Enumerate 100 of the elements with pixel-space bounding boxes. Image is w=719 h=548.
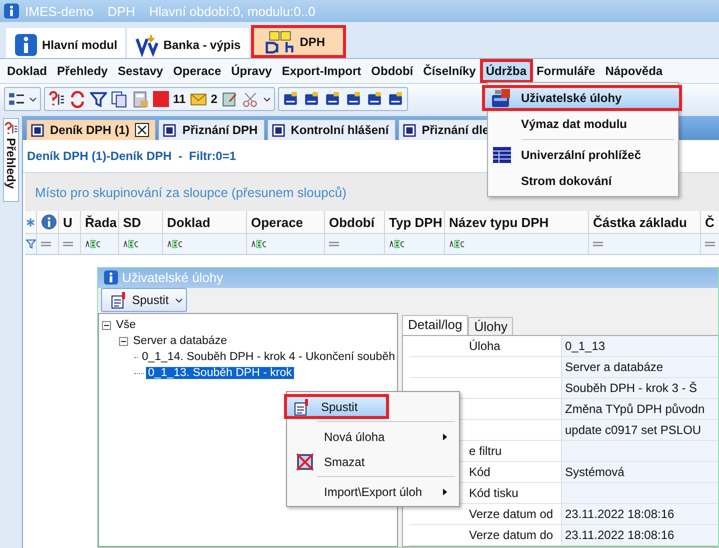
run-button[interactable]: Spustit: [101, 288, 187, 312]
column-header[interactable]: U: [59, 211, 81, 233]
detail-tab[interactable]: Úlohy: [468, 317, 514, 335]
property-value: 0_1_13: [561, 336, 718, 356]
note-icon[interactable]: [221, 90, 238, 108]
equals-icon: [329, 241, 339, 247]
close-icon[interactable]: [135, 123, 150, 137]
column-header[interactable]: Č: [701, 211, 719, 233]
equals-icon: [593, 241, 603, 247]
property-name: Kód tisku: [469, 486, 518, 500]
detail-tab[interactable]: Detail/log: [402, 315, 468, 335]
column-header[interactable]: Operace: [247, 211, 325, 233]
collapse-toggle-icon[interactable]: [102, 320, 111, 330]
equals-icon: [63, 241, 73, 247]
submenu-arrow-icon: [443, 432, 448, 440]
menu-item[interactable]: Nápověda: [599, 59, 669, 83]
menu-item[interactable]: Operace: [167, 59, 228, 83]
caret-icon[interactable]: [29, 95, 37, 103]
menu-item[interactable]: Uživatelské úlohy: [482, 85, 682, 111]
text-filter-icon: [123, 240, 139, 248]
count-label: 2: [210, 92, 218, 106]
module-tab[interactable]: Banka - výpis: [127, 28, 249, 58]
document-icon: [272, 124, 285, 136]
menu-item[interactable]: Export-Import: [276, 59, 368, 83]
app-info-icon: [4, 3, 19, 19]
documents-icon[interactable]: [111, 90, 128, 108]
document-action-icon[interactable]: [387, 90, 404, 108]
run-task-icon: [110, 291, 128, 310]
menu-item[interactable]: Údržba: [480, 59, 533, 83]
tree-item[interactable]: 0_1_13. Souběh DPH - krok: [146, 367, 294, 379]
text-filter-icon: [389, 240, 405, 248]
document-tab[interactable]: Kontrolní hlášení: [266, 119, 396, 140]
document-action-icon[interactable]: [303, 90, 320, 108]
column-header[interactable]: Název typu DPH: [445, 211, 589, 233]
module-tab[interactable]: DPH: [250, 25, 346, 58]
caret-icon[interactable]: [263, 95, 272, 103]
count-label: 11: [173, 92, 186, 106]
tree-item[interactable]: 0_1_14. Souběh DPH - krok 4 - Ukončení souběh: [140, 351, 397, 363]
run-task-icon: [293, 398, 311, 416]
document-tab[interactable]: Přiznání DPH: [158, 119, 265, 140]
property-name: Verze datum od: [469, 507, 554, 521]
menu-item[interactable]: Číselníky: [417, 59, 482, 83]
tree-item[interactable]: Vše: [114, 319, 138, 331]
filter-icon[interactable]: [90, 90, 107, 108]
document-tab[interactable]: Deník DPH (1): [26, 119, 156, 140]
document-icon: [163, 124, 176, 136]
property-value: Souběh DPH - krok 3 - Š: [561, 378, 718, 398]
menu-item[interactable]: Import\Export úloh: [287, 479, 459, 504]
module-tab[interactable]: Hlavní modul: [6, 28, 126, 58]
document-action-icon[interactable]: [282, 90, 300, 108]
column-header[interactable]: Typ DPH: [385, 211, 445, 233]
filter-cell[interactable]: [25, 234, 37, 254]
column-header[interactable]: [25, 211, 37, 233]
document-action-icon[interactable]: [324, 90, 342, 108]
property-value: update c0917 set PSLOU: [561, 420, 718, 440]
text-filter-icon: [85, 240, 101, 248]
menu-item[interactable]: Období: [365, 59, 420, 83]
period-label: Hlavní období:0, modulu:0..0: [149, 4, 316, 18]
document-icon: [402, 124, 416, 136]
delete-icon: [296, 452, 314, 470]
property-value: Změna TYpů DPH původn: [561, 399, 718, 419]
menu-item[interactable]: Přehledy: [51, 59, 114, 83]
module-name: DPH: [108, 4, 136, 18]
scissors-icon[interactable]: [242, 90, 260, 108]
list-settings-icon[interactable]: [8, 90, 25, 108]
caret-icon: [174, 296, 183, 304]
tree-item[interactable]: Server a databáze: [131, 335, 229, 347]
menu-item[interactable]: Sestavy: [112, 59, 170, 83]
column-header[interactable]: Doklad: [163, 211, 247, 233]
document-action-icon[interactable]: [366, 90, 384, 108]
menu-item[interactable]: Úpravy: [225, 59, 278, 83]
help-list-icon: [4, 122, 18, 136]
text-filter-icon: [251, 240, 267, 248]
column-header[interactable]: SD: [119, 211, 163, 233]
menu-item[interactable]: Formuláře: [530, 59, 602, 83]
side-tab[interactable]: Přehledy: [3, 118, 19, 202]
column-header[interactable]: Období: [325, 211, 385, 233]
group-by-hint: Místo pro skupinování za sloupce (přesunem sloupců): [35, 184, 346, 200]
envelope-icon[interactable]: [190, 90, 207, 108]
dialog-title: Uživatelské úlohy: [122, 270, 224, 286]
refresh-icon[interactable]: [69, 90, 86, 108]
column-header[interactable]: Řada: [81, 211, 119, 233]
menu-item[interactable]: Doklad: [1, 59, 54, 83]
column-header[interactable]: Částka základu: [589, 211, 701, 233]
asterisk-icon: [26, 218, 35, 226]
help-list-icon[interactable]: [48, 90, 65, 108]
text-filter-icon: [167, 240, 183, 248]
document-action-icon[interactable]: [345, 90, 362, 108]
menu-item[interactable]: Univerzální prohlížeč: [482, 142, 682, 168]
property-value: 23.11.2022 18:08:16: [561, 504, 718, 524]
menu-item[interactable]: Smazat: [287, 449, 459, 474]
info-icon: [41, 214, 57, 230]
equals-icon: [41, 241, 51, 247]
bank-statement-icon: [135, 32, 160, 56]
menu-item[interactable]: Nová úloha: [287, 424, 459, 449]
menu-item[interactable]: Spustit: [284, 394, 389, 419]
property-value: Server a databáze: [561, 357, 718, 377]
document-icon: [31, 124, 44, 136]
filter-icon: [26, 239, 36, 249]
collapse-toggle-icon[interactable]: [119, 336, 128, 346]
